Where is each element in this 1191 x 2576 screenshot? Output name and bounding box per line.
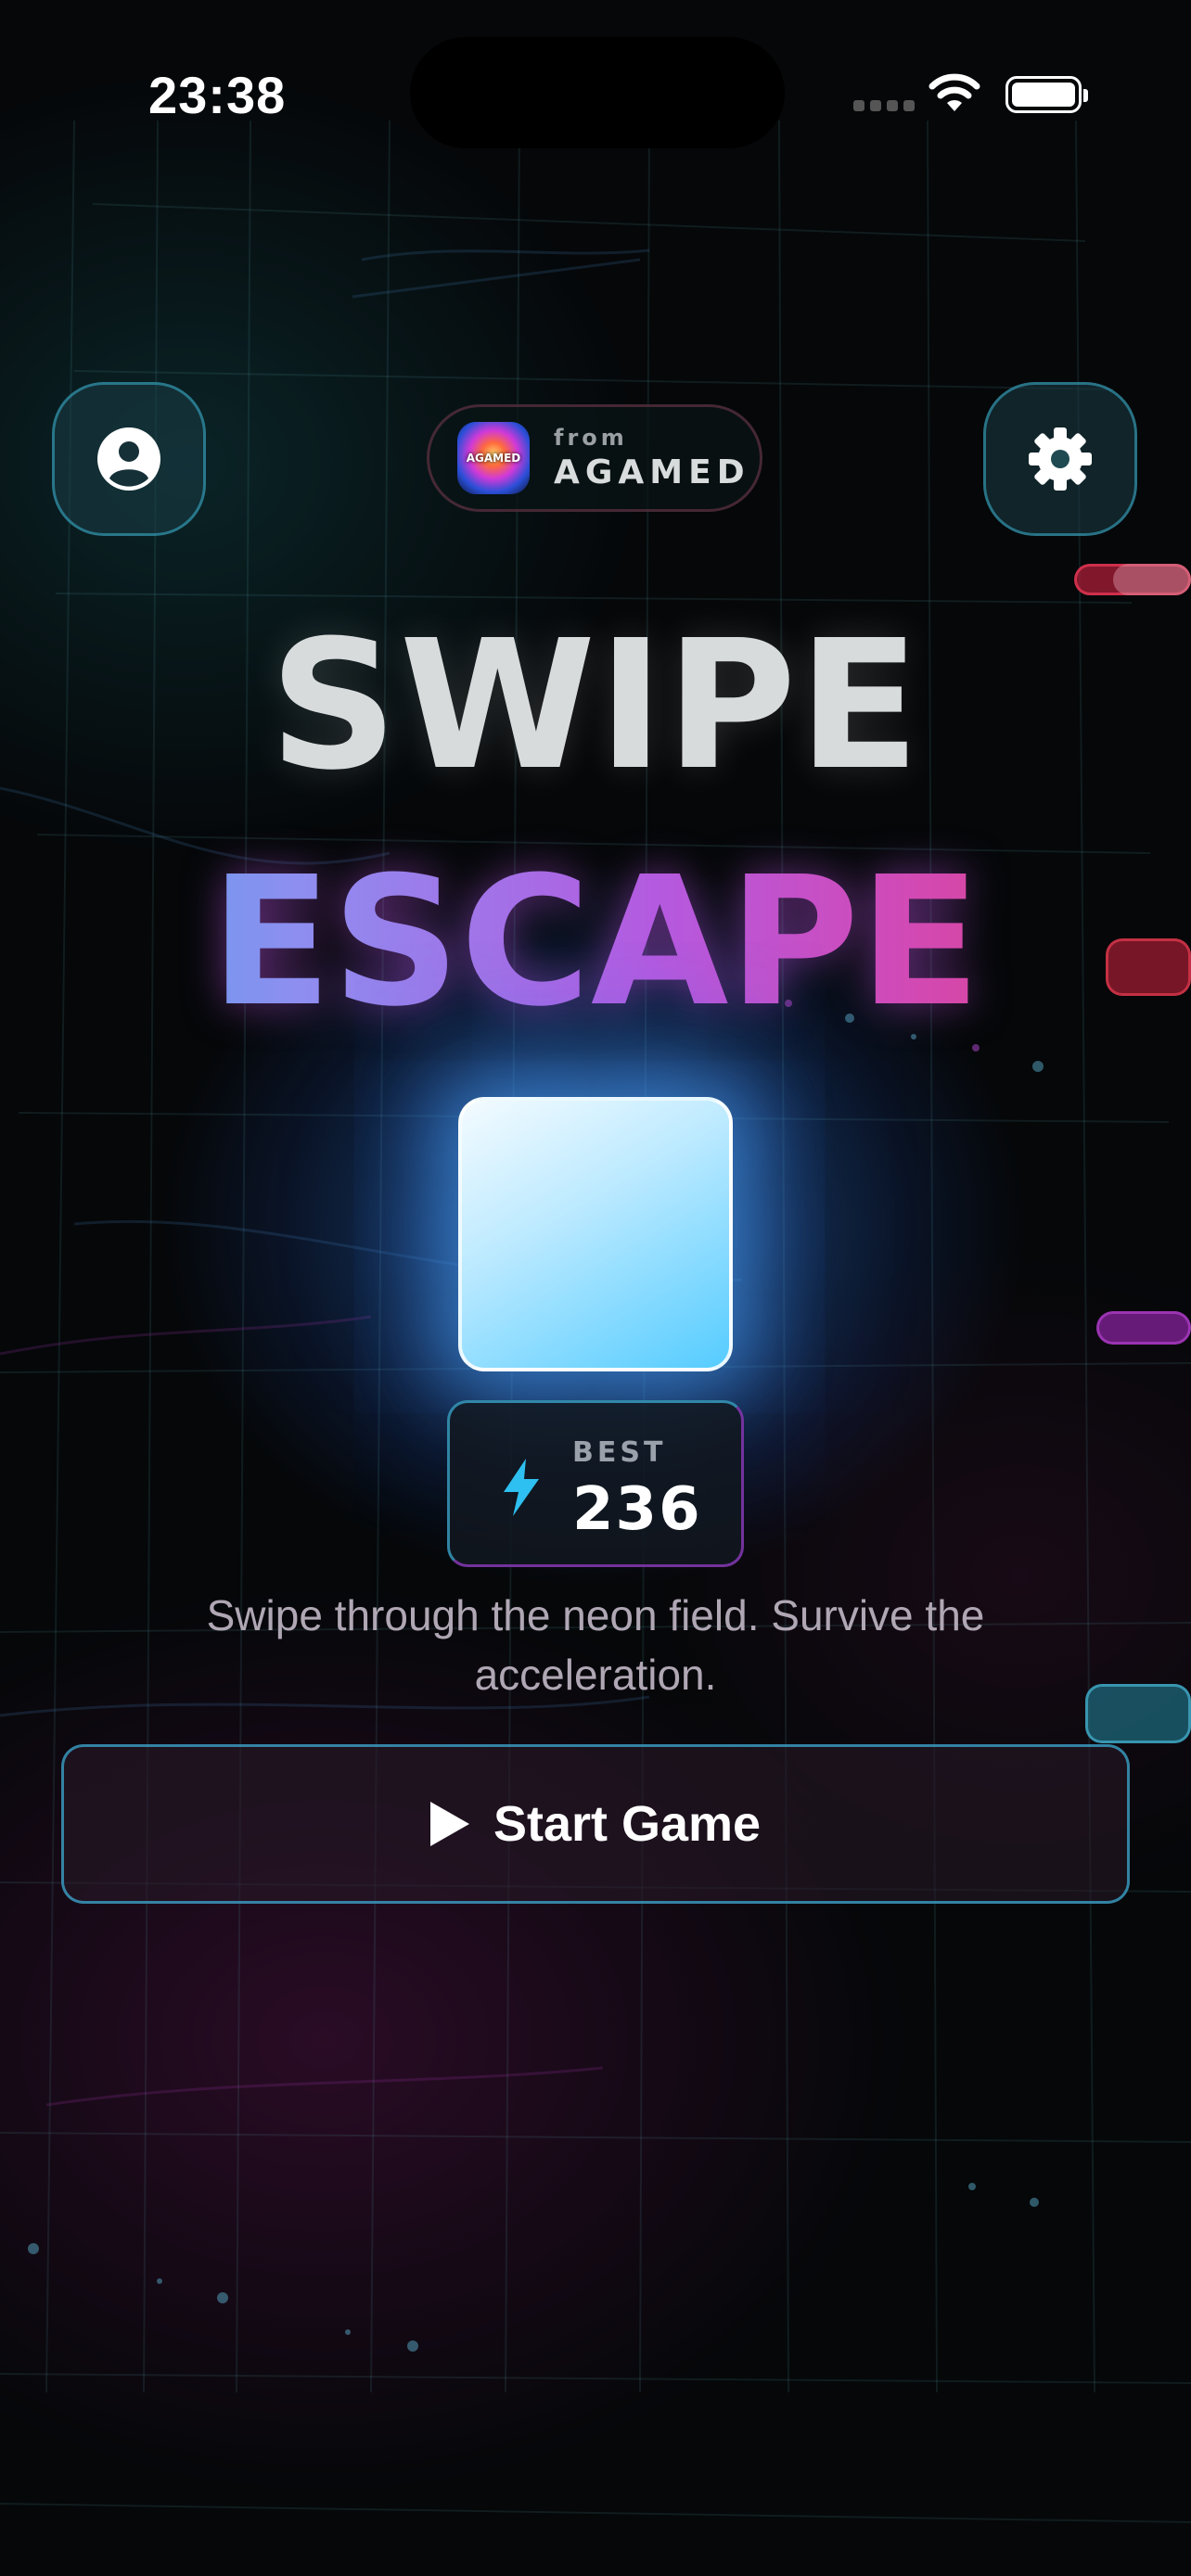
start-game-button[interactable]: Start Game [61, 1744, 1130, 1904]
start-game-label: Start Game [493, 1796, 762, 1852]
person-circle-icon [97, 427, 160, 491]
status-time: 23:38 [148, 66, 287, 124]
brand-badge: AGAMED from AGAMED [427, 404, 762, 512]
obstacle-bar-pink [1113, 564, 1191, 595]
agamed-logo: AGAMED [457, 422, 530, 494]
lightning-bolt-icon [504, 1459, 539, 1516]
brand-from-label: from [554, 425, 628, 451]
title-escape: ESCAPE [0, 839, 1191, 1046]
status-bar: 23:38 [0, 0, 1191, 185]
settings-button[interactable] [983, 382, 1137, 536]
gear-icon [1029, 427, 1092, 491]
play-icon [429, 1802, 469, 1846]
tagline: Swipe through the neon field. Survive th… [206, 1591, 985, 1699]
obstacle-bar-teal [1085, 1684, 1191, 1743]
best-score-value: 236 [572, 1475, 702, 1544]
title-swipe: SWIPE [269, 603, 922, 810]
cellular-signal-icon [853, 100, 915, 111]
brand-name: AGAMED [554, 453, 750, 491]
wifi-icon [928, 73, 980, 111]
logo-text: AGAMED [466, 452, 521, 465]
battery-icon [1005, 76, 1088, 113]
best-label: BEST [572, 1436, 667, 1469]
profile-button[interactable] [52, 382, 206, 536]
best-score-card: BEST 236 [447, 1400, 744, 1567]
player-block [458, 1097, 733, 1371]
obstacle-bar-purple [1096, 1311, 1191, 1345]
dynamic-island [410, 37, 785, 148]
